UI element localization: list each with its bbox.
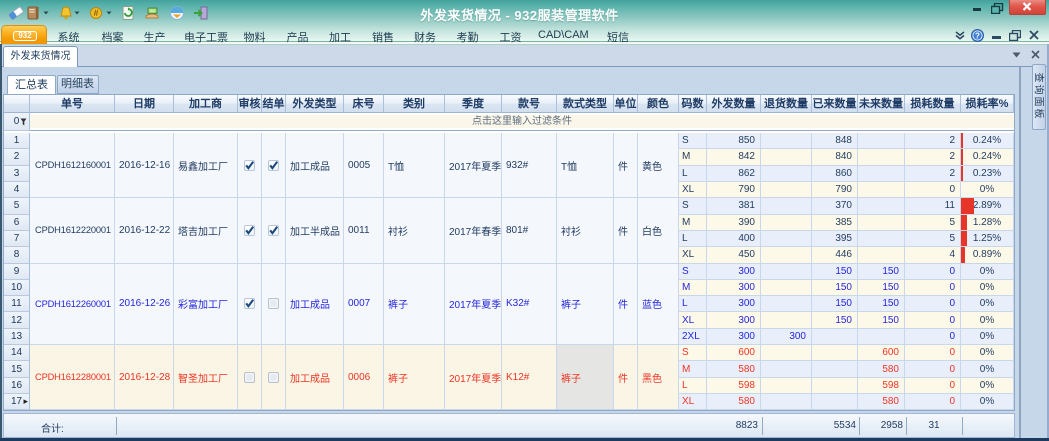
svg-text:#: # <box>93 8 98 18</box>
svg-text:?: ? <box>975 31 980 40</box>
